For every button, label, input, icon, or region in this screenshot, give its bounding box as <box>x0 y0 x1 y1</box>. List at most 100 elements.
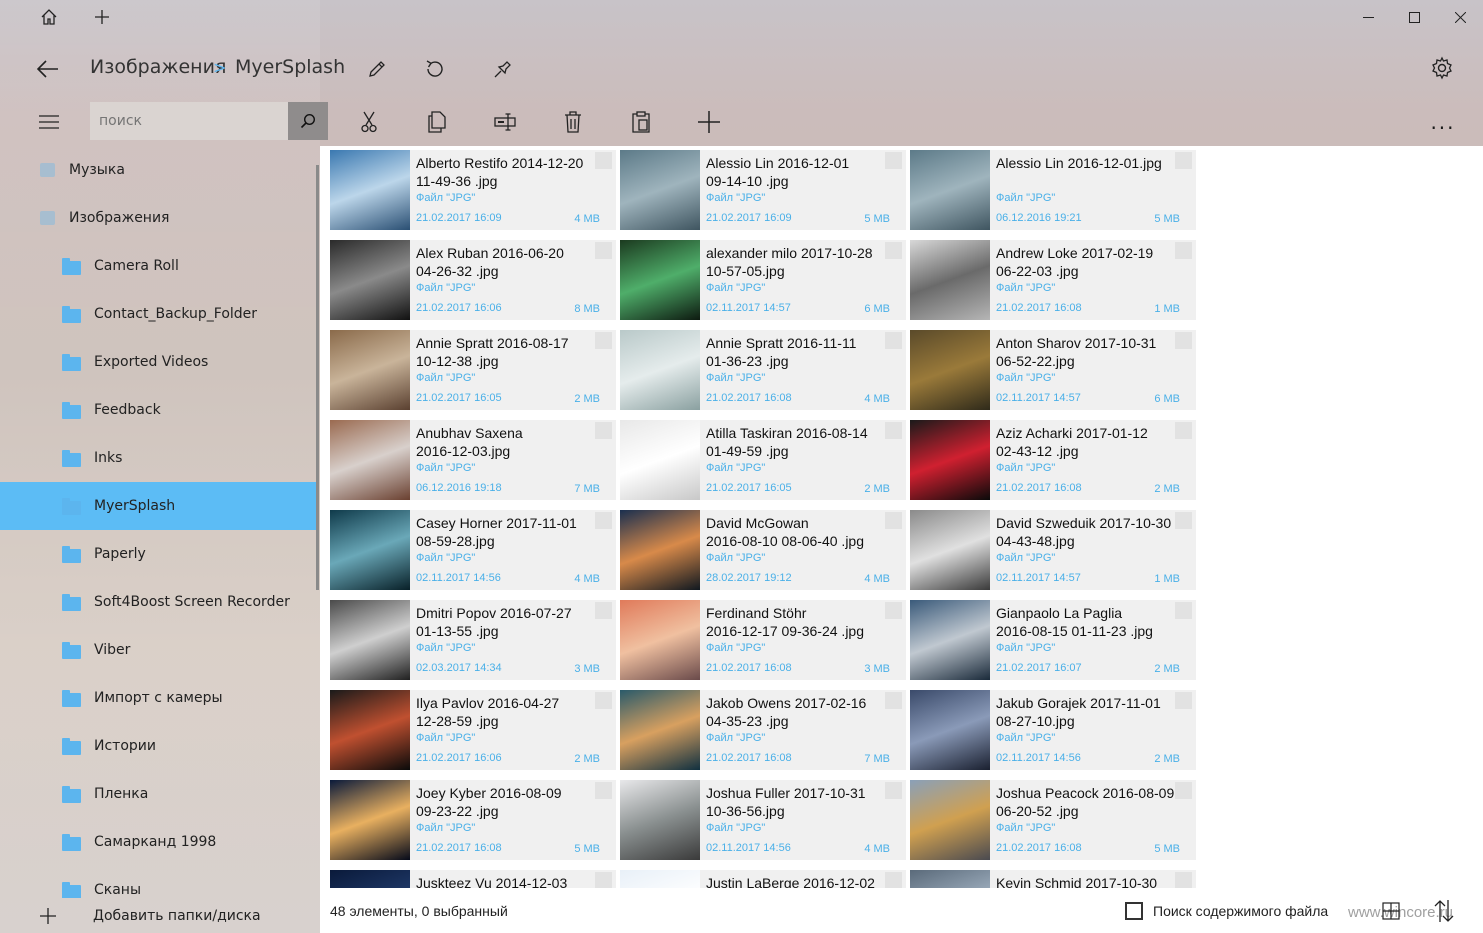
file-select-checkbox[interactable] <box>885 782 902 799</box>
file-select-checkbox[interactable] <box>1175 242 1192 259</box>
file-select-checkbox[interactable] <box>885 512 902 529</box>
sidebar-item[interactable]: Viber <box>0 626 318 674</box>
sidebar-item[interactable]: Contact_Backup_Folder <box>0 290 318 338</box>
file-card[interactable]: David McGowan 2016-08-10 08-06-40 .jpg Фай… <box>620 510 906 590</box>
file-card[interactable]: Alex Ruban 2016-06-20 04-26-32 .jpg Файл "… <box>330 240 616 320</box>
hamburger-menu-icon[interactable] <box>30 106 68 138</box>
sidebar-item[interactable]: MyerSplash <box>0 482 318 530</box>
file-card[interactable]: Annie Spratt 2016-08-17 10-12-38 .jpg Файл… <box>330 330 616 410</box>
paste-icon[interactable] <box>624 106 658 138</box>
home-icon[interactable] <box>33 0 65 34</box>
file-select-checkbox[interactable] <box>595 152 612 169</box>
file-card[interactable]: David Szweduik 2017-10-30 04-43-48.jpg Фай… <box>910 510 1196 590</box>
file-select-checkbox[interactable] <box>595 782 612 799</box>
file-select-checkbox[interactable] <box>595 692 612 709</box>
file-card[interactable]: Jakob Owens 2017-02-16 04-35-23 .jpg Файл … <box>620 690 906 770</box>
back-arrow-icon[interactable] <box>30 52 66 86</box>
add-folder-button[interactable]: Добавить папки/диска <box>0 898 320 933</box>
breadcrumb-item-pictures[interactable]: Изображения <box>90 56 226 78</box>
file-select-checkbox[interactable] <box>1175 872 1192 888</box>
pencil-icon[interactable] <box>360 52 394 86</box>
sidebar-item[interactable]: Exported Videos <box>0 338 318 386</box>
file-select-checkbox[interactable] <box>1175 602 1192 619</box>
refresh-icon[interactable] <box>418 52 452 86</box>
file-card[interactable]: alexander milo 2017-10-28 10-57-05.jpg Фай… <box>620 240 906 320</box>
rename-icon[interactable] <box>488 106 522 138</box>
cut-icon[interactable] <box>352 106 386 138</box>
new-tab-plus-icon[interactable] <box>86 0 118 34</box>
add-new-plus-icon[interactable] <box>692 106 726 138</box>
delete-trash-icon[interactable] <box>556 106 590 138</box>
file-select-checkbox[interactable] <box>595 872 612 888</box>
sidebar-item[interactable]: Camera Roll <box>0 242 318 290</box>
file-select-checkbox[interactable] <box>1175 422 1192 439</box>
file-select-checkbox[interactable] <box>885 692 902 709</box>
search-button[interactable] <box>288 102 328 140</box>
sort-icon[interactable] <box>1432 898 1456 924</box>
close-button[interactable] <box>1437 0 1483 34</box>
search-input[interactable] <box>90 102 286 140</box>
sidebar-item[interactable]: Сканы <box>0 866 318 898</box>
file-select-checkbox[interactable] <box>1175 692 1192 709</box>
file-card[interactable]: Anton Sharov 2017-10-31 06-52-22.jpg Файл … <box>910 330 1196 410</box>
file-select-checkbox[interactable] <box>1175 782 1192 799</box>
file-card[interactable]: Alessio Lin 2016-12-01.jpg Файл "JPG" 06.1… <box>910 150 1196 230</box>
view-grid-icon[interactable] <box>1380 900 1402 922</box>
file-select-checkbox[interactable] <box>595 422 612 439</box>
file-card[interactable]: Joey Kyber 2016-08-09 09-23-22 .jpg Файл "… <box>330 780 616 860</box>
file-name: Joey Kyber 2016-08-09 09-23-22 .jpg <box>416 784 596 820</box>
copy-icon[interactable] <box>420 106 454 138</box>
file-select-checkbox[interactable] <box>595 602 612 619</box>
breadcrumb-item-myersplash[interactable]: MyerSplash <box>235 56 345 78</box>
file-card[interactable]: Joshua Fuller 2017-10-31 10-36-56.jpg Файл… <box>620 780 906 860</box>
file-select-checkbox[interactable] <box>595 332 612 349</box>
file-select-checkbox[interactable] <box>595 242 612 259</box>
sidebar-item[interactable]: Inks <box>0 434 318 482</box>
file-select-checkbox[interactable] <box>1175 332 1192 349</box>
file-card[interactable]: Ferdinand Stöhr 2016-12-17 09-36-24 .jpg Ф… <box>620 600 906 680</box>
gear-icon[interactable] <box>1424 50 1460 86</box>
file-card[interactable]: Atilla Taskiran 2016-08-14 01-49-59 .jpg Ф… <box>620 420 906 500</box>
file-card[interactable]: Alberto Restifo 2014-12-20 11-49-36 .jpg Ф… <box>330 150 616 230</box>
file-card[interactable]: Alessio Lin 2016-12-01 09-14-10 .jpg Файл … <box>620 150 906 230</box>
sidebar-item[interactable]: Soft4Boost Screen Recorder <box>0 578 318 626</box>
file-date: 21.02.2017 16:09 <box>706 212 792 224</box>
file-select-checkbox[interactable] <box>885 242 902 259</box>
file-select-checkbox[interactable] <box>885 872 902 888</box>
sidebar-scrollbar[interactable] <box>316 165 319 590</box>
file-select-checkbox[interactable] <box>595 512 612 529</box>
sidebar-item[interactable]: Изображения <box>0 194 318 242</box>
file-card[interactable]: Aziz Acharki 2017-01-12 02-43-12 .jpg Файл… <box>910 420 1196 500</box>
file-card[interactable]: Andrew Loke 2017-02-19 06-22-03 .jpg Файл … <box>910 240 1196 320</box>
file-select-checkbox[interactable] <box>1175 512 1192 529</box>
sidebar-item[interactable]: Самарканд 1998 <box>0 818 318 866</box>
sidebar-item[interactable]: Музыка <box>0 146 318 194</box>
pin-icon[interactable] <box>486 52 520 86</box>
sidebar-item[interactable]: Истории <box>0 722 318 770</box>
file-select-checkbox[interactable] <box>885 332 902 349</box>
file-card[interactable]: Dmitri Popov 2016-07-27 01-13-55 .jpg Файл… <box>330 600 616 680</box>
file-select-checkbox[interactable] <box>885 602 902 619</box>
search-content-checkbox[interactable] <box>1125 902 1143 920</box>
sidebar-item[interactable]: Импорт с камеры <box>0 674 318 722</box>
file-card[interactable]: Jakub Gorajek 2017-11-01 08-27-10.jpg Файл… <box>910 690 1196 770</box>
sidebar-item[interactable]: Paperly <box>0 530 318 578</box>
file-card[interactable]: Casey Horner 2017-11-01 08-59-28.jpg Файл … <box>330 510 616 590</box>
file-card[interactable]: Annie Spratt 2016-11-11 01-36-23 .jpg Файл… <box>620 330 906 410</box>
file-card[interactable]: Joshua Peacock 2016-08-09 06-20-52 .jpg Фа… <box>910 780 1196 860</box>
file-select-checkbox[interactable] <box>885 152 902 169</box>
file-card[interactable]: Juskteez Vu 2014-12-03 <box>330 870 616 888</box>
sidebar-item[interactable]: Пленка <box>0 770 318 818</box>
file-select-checkbox[interactable] <box>1175 152 1192 169</box>
file-card[interactable]: Kevin Schmid 2017-10-30 <box>910 870 1196 888</box>
file-card[interactable]: Gianpaolo La Paglia 2016-08-15 01-11-23 .… <box>910 600 1196 680</box>
file-card[interactable]: Ilya Pavlov 2016-04-27 12-28-59 .jpg Файл … <box>330 690 616 770</box>
minimize-button[interactable] <box>1345 0 1391 34</box>
maximize-button[interactable] <box>1391 0 1437 34</box>
file-name-line1: Jakob Owens 2017-02-16 <box>706 695 867 711</box>
file-card[interactable]: Justin LaBerge 2016-12-02 <box>620 870 906 888</box>
sidebar-item[interactable]: Feedback <box>0 386 318 434</box>
file-select-checkbox[interactable] <box>885 422 902 439</box>
file-card[interactable]: Anubhav Saxena 2016-12-03.jpg Файл "JPG" 06… <box>330 420 616 500</box>
more-options-icon[interactable]: ... <box>1424 106 1462 138</box>
